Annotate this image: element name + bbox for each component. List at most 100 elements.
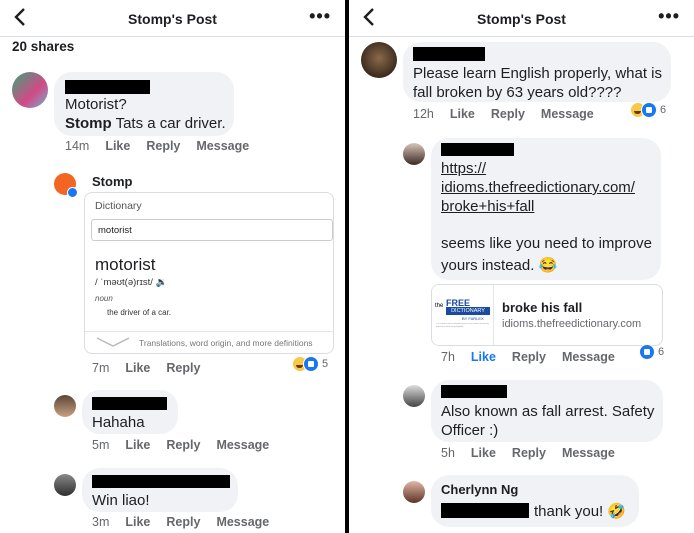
like-button[interactable]: Like	[105, 139, 130, 153]
comment-author[interactable]: Cherlynn Ng	[441, 482, 518, 497]
page-title: Stomp's Post	[477, 11, 566, 27]
comment-text-line2: Stomp Tats a car driver.	[65, 114, 226, 133]
reply-actions: 7m Like Reply	[92, 361, 216, 375]
reply-author[interactable]: Stomp	[92, 174, 132, 189]
dict-pos: noun	[95, 294, 113, 303]
redacted-name	[92, 397, 167, 410]
left-screenshot: Stomp's Post ••• 20 shares Motorist? Sto…	[0, 0, 345, 533]
comment-text: Please learn English properly, what is	[413, 65, 663, 82]
logo-text-by: BY FARLEX	[462, 316, 484, 321]
dict-definition: the driver of a car.	[107, 308, 172, 317]
timestamp: 12h	[413, 107, 434, 121]
top-bar: Stomp's Post •••	[0, 0, 345, 37]
redacted-name	[441, 143, 514, 156]
dict-search-text: motorist	[98, 225, 132, 236]
redacted-name	[413, 47, 485, 61]
comment-text: thank you! 🤣	[534, 503, 627, 520]
dict-header: Dictionary	[95, 200, 142, 212]
site-logo: the FREE DICTIONARY BY FARLEX The world'…	[432, 285, 494, 345]
chevron-down-icon	[95, 335, 131, 353]
reaction-count: 6	[660, 104, 667, 116]
timestamp: 14m	[65, 139, 90, 153]
avatar[interactable]	[403, 143, 425, 165]
reply-button[interactable]: Reply	[512, 446, 546, 460]
comment-actions: 7h Like Reply Message	[441, 350, 631, 364]
logo-text-dictionary: DICTIONARY	[446, 307, 490, 315]
comment-text-line2: Officer :)	[441, 422, 499, 439]
redacted-name	[92, 475, 230, 488]
reaction-count: 6	[658, 346, 665, 358]
message-button[interactable]: Message	[196, 139, 249, 153]
like-button[interactable]: Like	[125, 515, 150, 529]
divider	[85, 331, 333, 332]
message-button[interactable]: Message	[562, 446, 615, 460]
more-options-icon[interactable]: •••	[658, 6, 680, 27]
avatar[interactable]	[361, 42, 397, 78]
timestamp: 7h	[441, 350, 455, 364]
avatar[interactable]	[12, 72, 48, 108]
comment-actions: 5m Like Reply Message	[92, 438, 285, 452]
comment-text: Hahaha	[92, 414, 145, 431]
timestamp: 5h	[441, 446, 455, 460]
message-button[interactable]: Message	[541, 107, 594, 121]
redacted-mention	[441, 503, 529, 518]
mention-stomp[interactable]: Stomp	[65, 115, 112, 132]
url-link-part3[interactable]: broke+his+fall	[441, 197, 534, 216]
shares-count: 20 shares	[12, 39, 75, 54]
comment-text-line2: fall broken by 63 years old????	[413, 84, 622, 101]
dictionary-image-card[interactable]: Dictionary motorist motorist / ˈməʊt(ə)r…	[84, 192, 334, 354]
comment-text: Win liao!	[92, 492, 150, 509]
reactions[interactable]: 6	[630, 101, 666, 119]
avatar[interactable]	[403, 481, 425, 503]
message-button[interactable]: Message	[562, 350, 615, 364]
like-button[interactable]: Like	[471, 446, 496, 460]
message-button[interactable]: Message	[216, 515, 269, 529]
reply-button[interactable]: Reply	[166, 438, 200, 452]
like-button[interactable]: Like	[450, 107, 475, 121]
page-title: Stomp's Post	[128, 11, 217, 27]
avatar[interactable]	[54, 474, 76, 496]
dict-word: motorist	[95, 255, 156, 274]
dict-pronunciation: / ˈməʊt(ə)rɪst/ 🔉	[95, 277, 168, 288]
timestamp: 7m	[92, 361, 110, 375]
reply-button[interactable]: Reply	[491, 107, 525, 121]
comment-text: Motorist?	[65, 96, 127, 113]
like-button[interactable]: Like	[125, 438, 150, 452]
url-link-part2[interactable]: idioms.thefreedictionary.com/	[441, 178, 635, 197]
logo-text-the: the	[435, 303, 444, 309]
reactions[interactable]: 6	[639, 343, 664, 361]
dict-search-box: motorist	[91, 219, 333, 241]
timestamp: 3m	[92, 515, 110, 529]
comment-text: Also known as fall arrest. Safety	[441, 403, 655, 420]
comment-text-line2: yours instead. 😂	[441, 257, 558, 274]
like-reaction-icon	[639, 344, 655, 360]
timestamp: 5m	[92, 438, 110, 452]
link-preview-card[interactable]: the FREE DICTIONARY BY FARLEX The world'…	[431, 284, 663, 346]
comment-text: seems like you need to improve	[441, 235, 652, 252]
redacted-name	[65, 80, 150, 94]
like-reaction-icon	[303, 356, 319, 372]
url-link-part1[interactable]: https://	[441, 159, 486, 178]
reply-button[interactable]: Reply	[166, 361, 200, 375]
like-reaction-icon	[641, 102, 657, 118]
reply-button[interactable]: Reply	[166, 515, 200, 529]
logo-tagline: The world's most comprehensive free onli…	[436, 323, 490, 328]
comment-actions: 5h Like Reply Message	[441, 446, 631, 460]
comment-actions: 12h Like Reply Message	[413, 107, 610, 121]
preview-domain: idioms.thefreedictionary.com	[502, 318, 642, 330]
comment-actions: 3m Like Reply Message	[92, 515, 285, 529]
right-screenshot: Stomp's Post ••• Please learn English pr…	[349, 0, 694, 533]
reactions[interactable]: 5	[292, 355, 328, 373]
more-options-icon[interactable]: •••	[309, 6, 331, 27]
comment-actions: 14m Like Reply Message	[65, 139, 265, 153]
avatar[interactable]	[54, 395, 76, 417]
like-button[interactable]: Like	[471, 350, 496, 364]
top-bar: Stomp's Post •••	[349, 0, 694, 37]
message-button[interactable]: Message	[216, 438, 269, 452]
verified-badge-icon	[67, 187, 78, 198]
like-button[interactable]: Like	[125, 361, 150, 375]
avatar[interactable]	[403, 385, 425, 407]
reply-button[interactable]: Reply	[146, 139, 180, 153]
comment-body: Tats a car driver.	[111, 115, 226, 132]
reply-button[interactable]: Reply	[512, 350, 546, 364]
